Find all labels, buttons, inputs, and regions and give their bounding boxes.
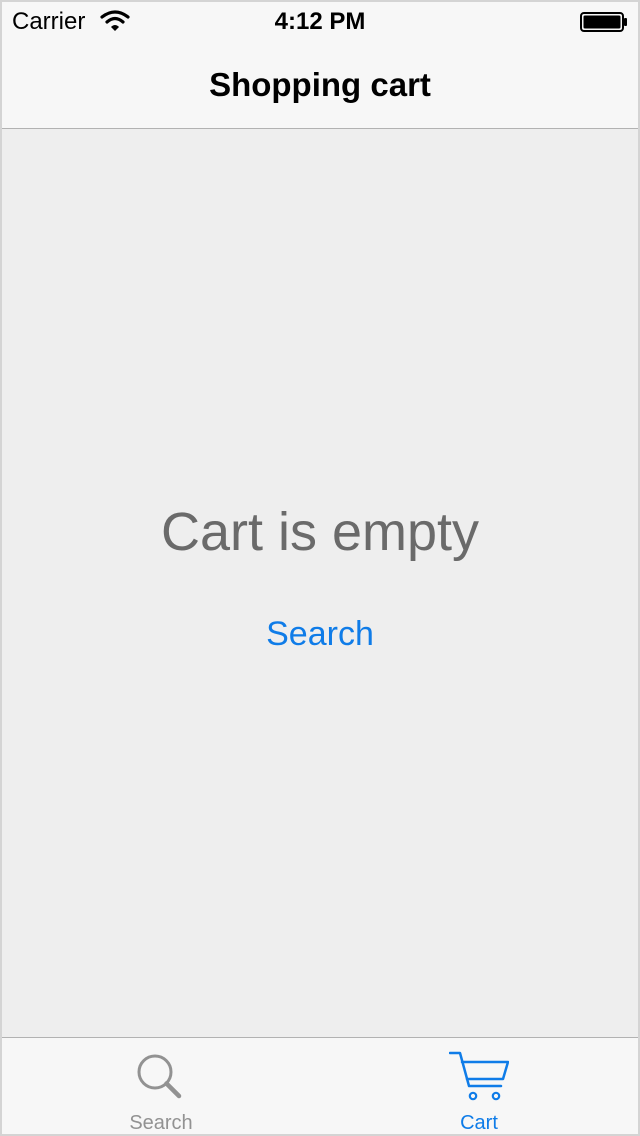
search-button[interactable]: Search [220,615,420,654]
empty-cart-message: Cart is empty [160,502,480,562]
tab-cart-label: Cart [460,1112,498,1134]
page-title: Shopping cart [209,66,431,103]
status-bar: Carrier 4:12 PM [2,2,638,42]
cart-icon [449,1051,509,1101]
tab-search[interactable]: Search [2,1038,320,1134]
tab-search-label: Search [129,1112,193,1134]
magnifier-icon [137,1054,182,1099]
navigation-bar: Shopping cart [2,42,638,129]
battery-icon [580,12,627,32]
cart-content: Cart is empty Search [2,129,638,1037]
app-screen: Carrier 4:12 PM Shopping cart Cart is em… [0,0,640,1136]
tab-bar: Search Cart [2,1037,638,1134]
tab-cart[interactable]: Cart [320,1038,638,1134]
clock: 4:12 PM [274,8,366,35]
